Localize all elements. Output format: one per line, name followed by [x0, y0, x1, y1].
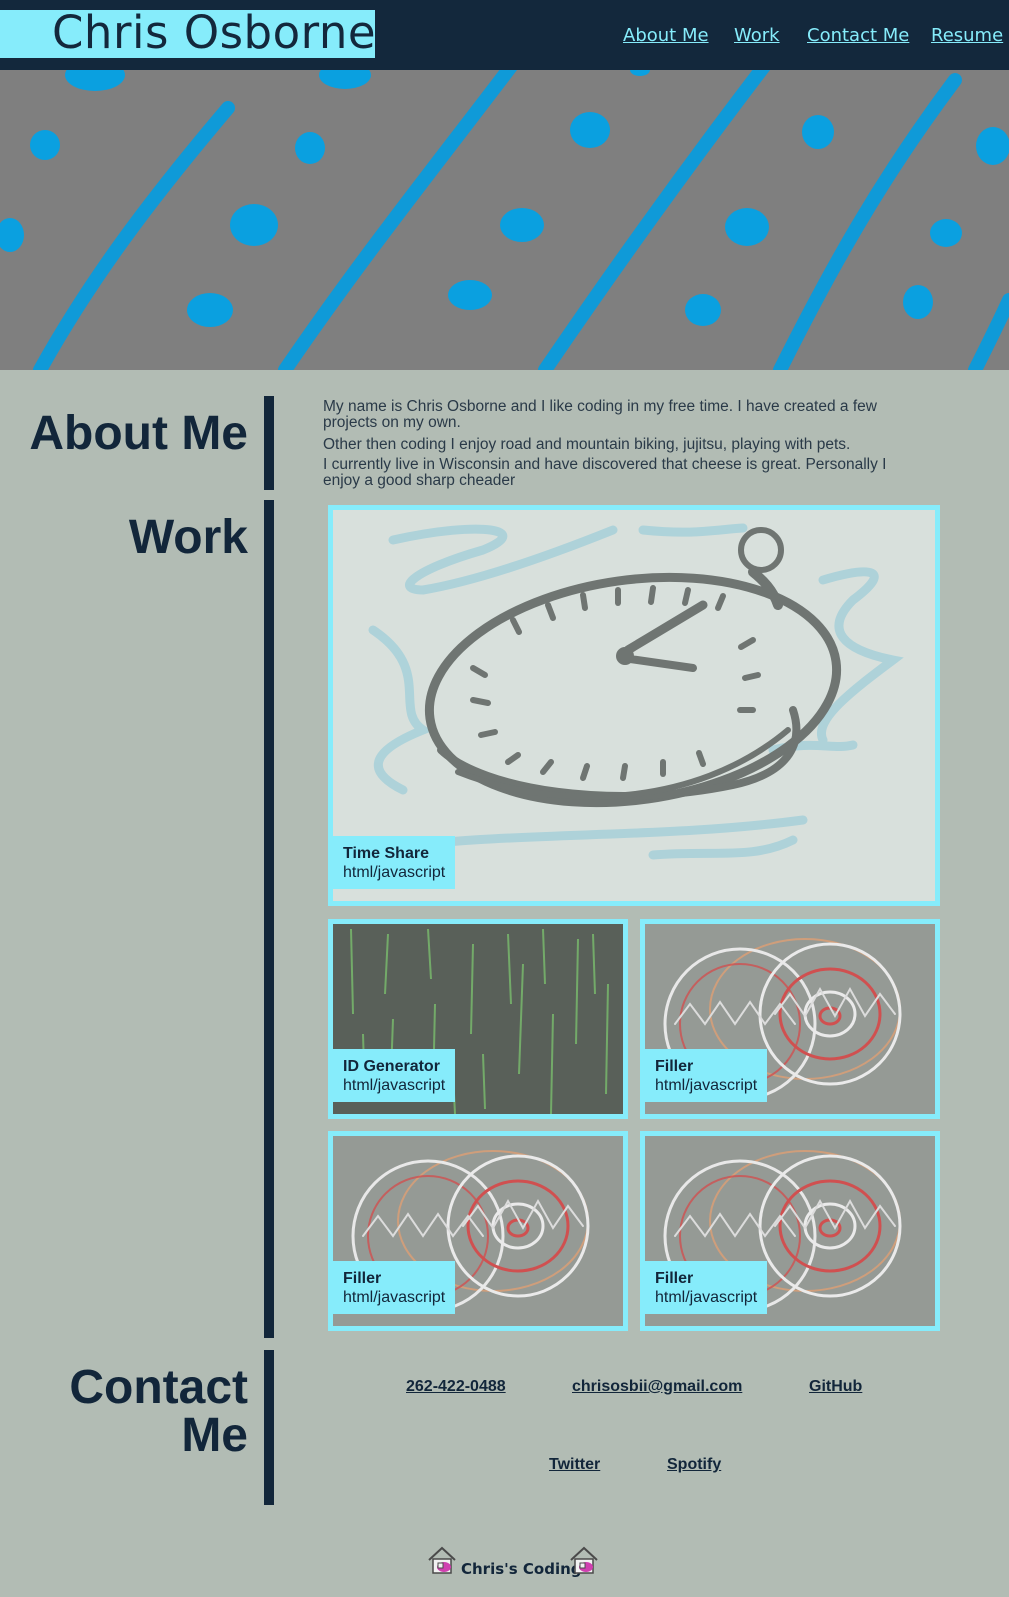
- site-header: Chris Osborne About Me Work Contact Me R…: [0, 0, 1009, 70]
- project-label: Filler html/javascript: [645, 1049, 768, 1102]
- hero-banner: [0, 70, 1009, 370]
- work-heading: Work: [128, 511, 248, 564]
- project-label: Filler html/javascript: [333, 1261, 456, 1314]
- site-footer: Chris's Coding: [0, 1545, 1009, 1585]
- contact-email-link[interactable]: chrisosbii@gmail.com: [572, 1378, 742, 1396]
- house-icon: [570, 1546, 598, 1574]
- about-heading: About Me: [29, 407, 248, 460]
- nav-resume[interactable]: Resume: [931, 25, 1003, 46]
- project-name: ID Generator: [343, 1058, 440, 1075]
- project-name: Filler: [343, 1270, 382, 1287]
- hero-pattern-image: [0, 70, 1009, 370]
- project-name: Filler: [655, 1058, 694, 1075]
- contact-phone-link[interactable]: 262-422-0488: [406, 1378, 506, 1396]
- site-title: Chris Osborne: [52, 6, 377, 59]
- project-tech: html/javascript: [655, 1289, 758, 1306]
- project-card-filler-1[interactable]: Filler html/javascript: [640, 919, 940, 1119]
- contact-heading: Contact Me: [69, 1364, 248, 1460]
- contact-heading-line-2: Me: [181, 1409, 248, 1462]
- contact-github-link[interactable]: GitHub: [809, 1378, 862, 1396]
- project-tech: html/javascript: [343, 1289, 446, 1306]
- project-tech: html/javascript: [343, 864, 446, 881]
- brand-block: Chris Osborne: [0, 6, 376, 59]
- about-paragraph-2: Other then coding I enjoy road and mount…: [323, 436, 851, 453]
- house-icon: [428, 1546, 456, 1574]
- contact-divider: [264, 1350, 274, 1505]
- project-card-filler-2[interactable]: Filler html/javascript: [328, 1131, 628, 1331]
- contact-spotify-link[interactable]: Spotify: [667, 1456, 721, 1474]
- nav-contact-me[interactable]: Contact Me: [807, 25, 909, 46]
- project-card-filler-3[interactable]: Filler html/javascript: [640, 1131, 940, 1331]
- work-divider: [264, 500, 274, 1338]
- nav-about-me[interactable]: About Me: [623, 25, 709, 46]
- contact-twitter-link[interactable]: Twitter: [549, 1456, 600, 1474]
- about-divider: [264, 396, 274, 490]
- project-card-time-share[interactable]: Time Share html/javascript: [328, 505, 940, 906]
- about-paragraph-3: I currently live in Wisconsin and have d…: [323, 456, 887, 489]
- project-tech: html/javascript: [655, 1077, 758, 1094]
- nav-work[interactable]: Work: [734, 25, 780, 46]
- project-tech: html/javascript: [343, 1077, 446, 1094]
- project-name: Filler: [655, 1270, 694, 1287]
- project-name: Time Share: [343, 845, 429, 862]
- project-label: Time Share html/javascript: [333, 836, 456, 889]
- project-label: ID Generator html/javascript: [333, 1049, 456, 1102]
- project-label: Filler html/javascript: [645, 1261, 768, 1314]
- contact-heading-line-1: Contact: [69, 1361, 248, 1414]
- footer-text: Chris's Coding: [461, 1560, 582, 1578]
- project-card-id-generator[interactable]: ID Generator html/javascript: [328, 919, 628, 1119]
- about-paragraph-1: My name is Chris Osborne and I like codi…: [323, 398, 877, 431]
